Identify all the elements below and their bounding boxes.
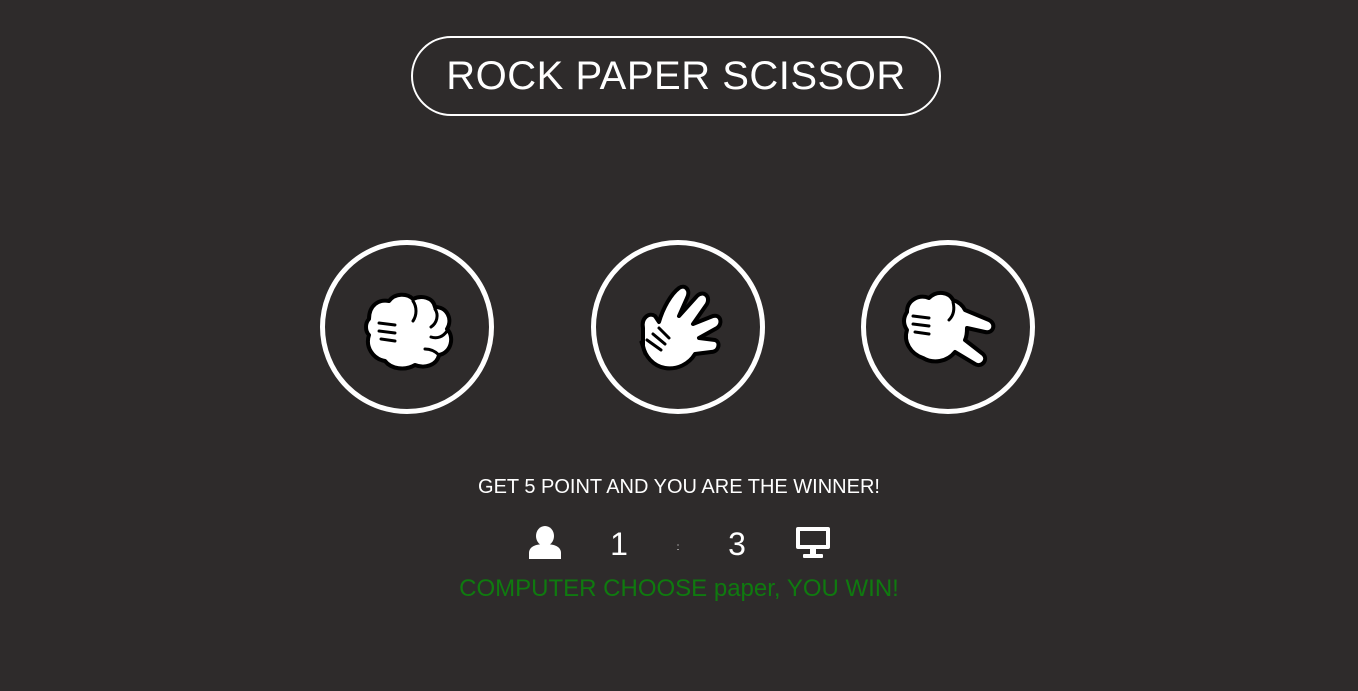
rock-hand-icon bbox=[364, 292, 454, 371]
user-icon bbox=[527, 525, 563, 564]
scoreboard: 1 : 3 bbox=[0, 522, 1358, 568]
paper-hand-icon bbox=[639, 284, 723, 371]
user-score: 1 bbox=[610, 526, 628, 562]
game-title: ROCK PAPER SCISSOR bbox=[411, 36, 941, 116]
scissor-choice-button[interactable] bbox=[861, 240, 1035, 414]
desktop-icon bbox=[794, 525, 832, 564]
rock-choice-button[interactable] bbox=[320, 240, 494, 414]
scissor-hand-icon bbox=[902, 291, 996, 367]
round-result-message: COMPUTER CHOOSE paper, YOU WIN! bbox=[459, 575, 899, 602]
game-page: ROCK PAPER SCISSOR GET 5 POINT AND YOU A… bbox=[0, 0, 1358, 691]
win-condition-text: GET 5 POINT AND YOU ARE THE WINNER! bbox=[478, 476, 880, 498]
paper-choice-button[interactable] bbox=[591, 240, 765, 414]
score-separator: : bbox=[676, 542, 680, 553]
computer-score: 3 bbox=[728, 526, 746, 562]
